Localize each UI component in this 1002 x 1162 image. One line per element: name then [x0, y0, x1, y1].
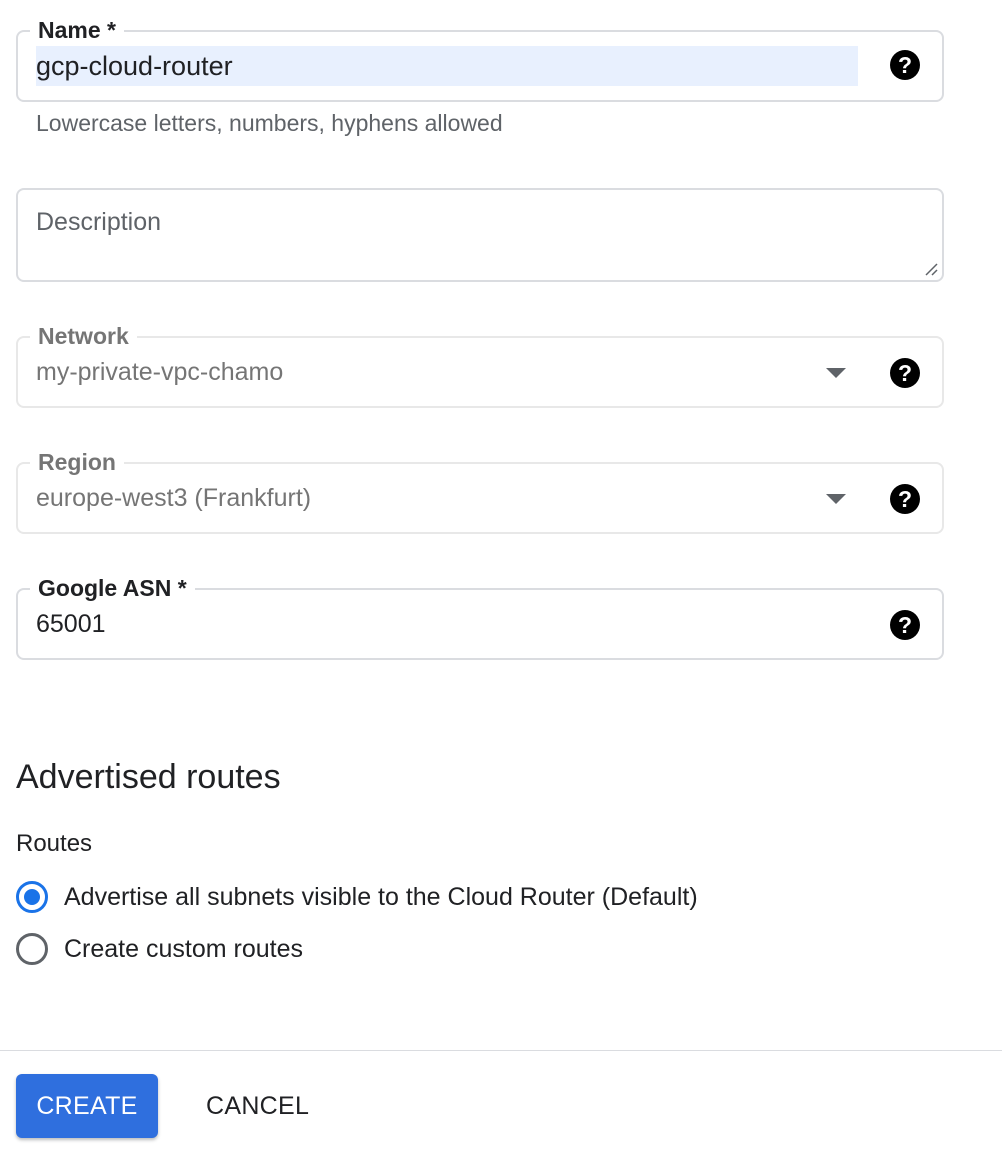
routes-label: Routes [16, 830, 93, 857]
radio-option-custom-routes[interactable]: Create custom routes [16, 932, 303, 966]
name-input[interactable]: gcp-cloud-router [36, 48, 233, 84]
region-value: europe-west3 (Frankfurt) [36, 484, 312, 512]
advertised-routes-heading: Advertised routes [16, 758, 281, 796]
help-circle-icon[interactable]: ? [890, 358, 920, 388]
asn-field[interactable]: Google ASN * 65001 ? [16, 574, 944, 660]
dropdown-arrow-icon[interactable] [826, 494, 846, 504]
network-label: Network [30, 322, 137, 350]
description-field[interactable]: Description [16, 188, 944, 282]
name-hint: Lowercase letters, numbers, hyphens allo… [36, 110, 503, 136]
radio-checked-icon[interactable] [16, 881, 48, 913]
network-select[interactable]: Network my-private-vpc-chamo ? [16, 322, 944, 408]
network-value: my-private-vpc-chamo [36, 358, 284, 386]
resize-handle-icon[interactable] [924, 262, 938, 276]
cancel-button[interactable]: CANCEL [186, 1074, 329, 1138]
help-circle-icon[interactable]: ? [890, 484, 920, 514]
help-circle-icon[interactable]: ? [890, 610, 920, 640]
region-select[interactable]: Region europe-west3 (Frankfurt) ? [16, 448, 944, 534]
asn-input[interactable]: 65001 [36, 610, 106, 639]
radio-label: Advertise all subnets visible to the Clo… [64, 882, 698, 911]
create-button[interactable]: CREATE [16, 1074, 158, 1138]
radio-option-advertise-all[interactable]: Advertise all subnets visible to the Clo… [16, 880, 698, 914]
radio-label: Create custom routes [64, 934, 303, 963]
name-field[interactable]: Name * gcp-cloud-router ? [16, 16, 944, 102]
name-label: Name * [30, 16, 124, 44]
radio-unchecked-icon[interactable] [16, 933, 48, 965]
help-circle-icon[interactable]: ? [890, 50, 920, 80]
description-input[interactable]: Description [36, 208, 161, 237]
footer-divider [0, 1050, 1002, 1051]
asn-label: Google ASN * [30, 574, 195, 602]
region-label: Region [30, 448, 124, 476]
dropdown-arrow-icon[interactable] [826, 368, 846, 378]
